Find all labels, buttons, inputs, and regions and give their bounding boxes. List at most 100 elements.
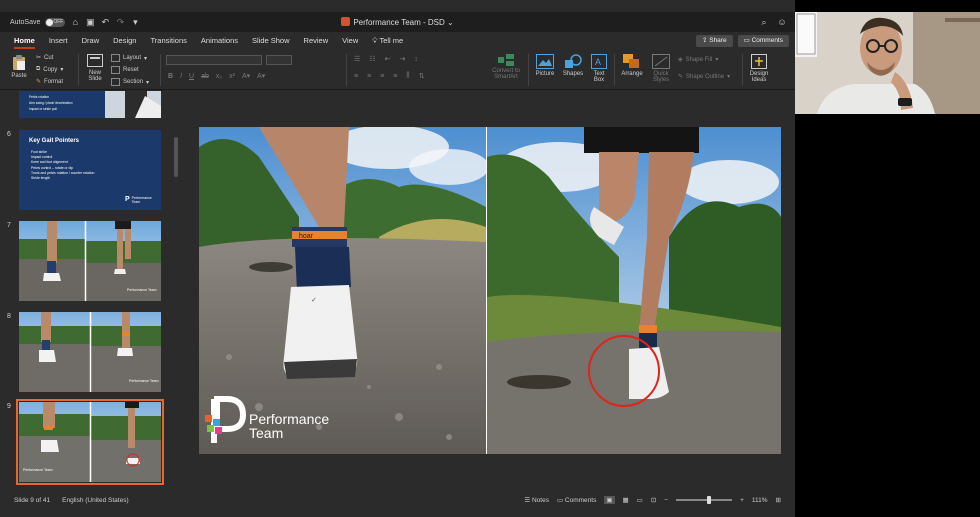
tab-insert[interactable]: Insert [42,32,75,50]
clipboard-icon [13,55,25,70]
columns-icon[interactable]: ⫼ [406,72,409,80]
home-icon[interactable]: ⌂ [70,17,80,27]
share-icon: ⇪ [701,37,708,44]
search-icon[interactable]: ⌕ [759,17,769,27]
thumbnail-scrollbar[interactable] [174,137,178,177]
layout-button[interactable]: Layout ▾ [111,54,147,62]
zoom-in-icon[interactable]: + [740,497,744,504]
align-left-icon[interactable]: ≡ [354,73,358,80]
shape-outline-button[interactable]: ✎ Shape Outline ▾ [678,73,730,81]
fit-to-window-icon[interactable]: ⊞ [776,496,781,504]
tab-draw[interactable]: Draw [75,32,107,50]
brand-logo-icon: P [125,196,130,203]
underline-icon[interactable]: U [189,73,194,80]
slide-thumbnail-7[interactable]: Performance Team [19,221,161,301]
brand-text: Performance Team [131,196,152,204]
tab-review[interactable]: Review [297,32,336,50]
thumbnail-bullets: Foot strike Impact control Knee and foot… [31,150,94,181]
thumbnail-brand: Performance Team [23,468,53,472]
customize-toolbar-icon[interactable]: ▾ [130,17,140,27]
comments-status-button[interactable]: ▭ Comments [557,496,596,504]
align-right-icon[interactable]: ≡ [380,73,384,80]
redo-icon[interactable]: ↷ [115,17,125,27]
new-slide-button[interactable]: New Slide [83,54,107,82]
superscript-icon[interactable]: x² [229,73,235,80]
paste-button[interactable]: Paste [8,55,30,79]
tab-tell-me[interactable]: 💡︎ Tell me [365,32,410,50]
picture-label: Picture [535,71,555,77]
shapes-button[interactable]: Shapes [560,54,586,77]
convert-to-smartart-button[interactable]: Convert to SmartArt [488,54,524,80]
italic-icon[interactable]: I [180,73,182,80]
reset-button[interactable]: Reset [111,66,139,74]
bullets-icon[interactable]: ☰ [354,55,360,63]
reset-label: Reset [123,67,139,73]
text-box-button[interactable]: A Text Box [588,54,610,83]
subscript-icon[interactable]: x₂ [216,73,222,80]
zoom-slider-knob[interactable] [706,496,711,504]
slide-thumbnail-8[interactable]: Performance Team [19,312,161,392]
zoom-slider[interactable] [676,496,733,504]
line-spacing-icon[interactable]: ↕ [414,56,418,63]
thumbnail-brand: Performance Team [129,379,159,383]
autosave-toggle[interactable]: OFF [45,17,66,27]
zoom-out-icon[interactable]: − [664,497,668,504]
ribbon-separator [160,54,161,86]
language-indicator[interactable]: English (United States) [62,497,128,504]
bold-icon[interactable]: B [168,73,173,80]
normal-view-icon[interactable]: ▣ [604,496,615,504]
arrange-button[interactable]: Arrange [619,54,645,77]
font-name-combo[interactable] [166,55,262,65]
copy-button[interactable]: ⧉ Copy ▾ [36,66,63,73]
account-icon[interactable]: ☺ [777,17,787,27]
design-ideas-button[interactable]: Design Ideas [746,54,772,83]
cut-label: Cut [44,54,54,61]
zoom-level[interactable]: 111% [752,497,768,504]
font-color-icon[interactable]: A▾ [242,72,250,80]
strikethrough-icon[interactable]: ab [201,73,209,80]
undo-icon[interactable]: ↶ [100,17,110,27]
comments-button[interactable]: ▭ Comments [737,35,789,47]
brand-text: Performance Team [23,468,53,472]
decrease-indent-icon[interactable]: ⇤ [385,55,391,63]
tab-transitions[interactable]: Transitions [143,32,193,50]
justify-icon[interactable]: ≡ [393,73,397,80]
increase-indent-icon[interactable]: ⇥ [399,55,405,63]
slide-thumbnail-9[interactable]: Performance Team [16,399,164,485]
share-button[interactable]: ⇪ Share [695,35,733,47]
title-bar: AutoSave OFF ⌂ ▣ ↶ ↷ ▾ Performance Team … [0,12,795,32]
tab-home[interactable]: Home [7,32,42,50]
svg-text:A: A [595,57,601,67]
picture-icon [536,54,554,69]
format-painter-button[interactable]: ✎ Format [36,78,63,86]
cut-button[interactable]: ✂ Cut [36,54,54,62]
tab-slide-show[interactable]: Slide Show [245,32,297,50]
slide-thumbnail-pane: Pelvis rotation Arm swing / plant/ decel… [0,91,182,493]
numbering-icon[interactable]: ☷ [369,55,375,63]
new-slide-icon [87,54,103,67]
section-button[interactable]: Section ▾ [111,78,149,86]
tab-animations[interactable]: Animations [194,32,245,50]
tab-design[interactable]: Design [106,32,143,50]
slideshow-view-icon[interactable]: ⊡ [651,496,656,504]
save-icon[interactable]: ▣ [85,17,95,27]
slide-thumbnail-6[interactable]: Key Gait Pointers Foot strike Impact con… [19,130,161,210]
tab-view[interactable]: View [335,32,365,50]
slide-sorter-icon[interactable]: ▦ [623,496,629,504]
powerpoint-window: AutoSave OFF ⌂ ▣ ↶ ↷ ▾ Performance Team … [0,0,795,517]
shape-fill-button[interactable]: ◈ Shape Fill ▾ [678,56,718,64]
current-slide[interactable]: hoar ✓ Performance Team [199,127,781,454]
picture-button[interactable]: Picture [533,54,557,77]
font-size-combo[interactable] [266,55,292,65]
text-direction-icon[interactable]: ⇅ [419,72,425,80]
align-center-icon[interactable]: ≡ [367,73,371,80]
reading-view-icon[interactable]: ▭ [637,496,643,504]
comments-status-label: Comments [564,497,597,504]
notes-icon: ☰ [524,497,531,504]
quick-styles-button[interactable]: Quick Styles [648,54,674,83]
paint-bucket-icon: ◈ [678,57,683,63]
slide-thumbnail-5[interactable]: Pelvis rotation Arm swing / plant/ decel… [19,91,161,118]
notes-button[interactable]: ☰ Notes [524,496,549,504]
powerpoint-logo-icon [341,17,351,26]
highlight-icon[interactable]: A▾ [257,72,265,80]
